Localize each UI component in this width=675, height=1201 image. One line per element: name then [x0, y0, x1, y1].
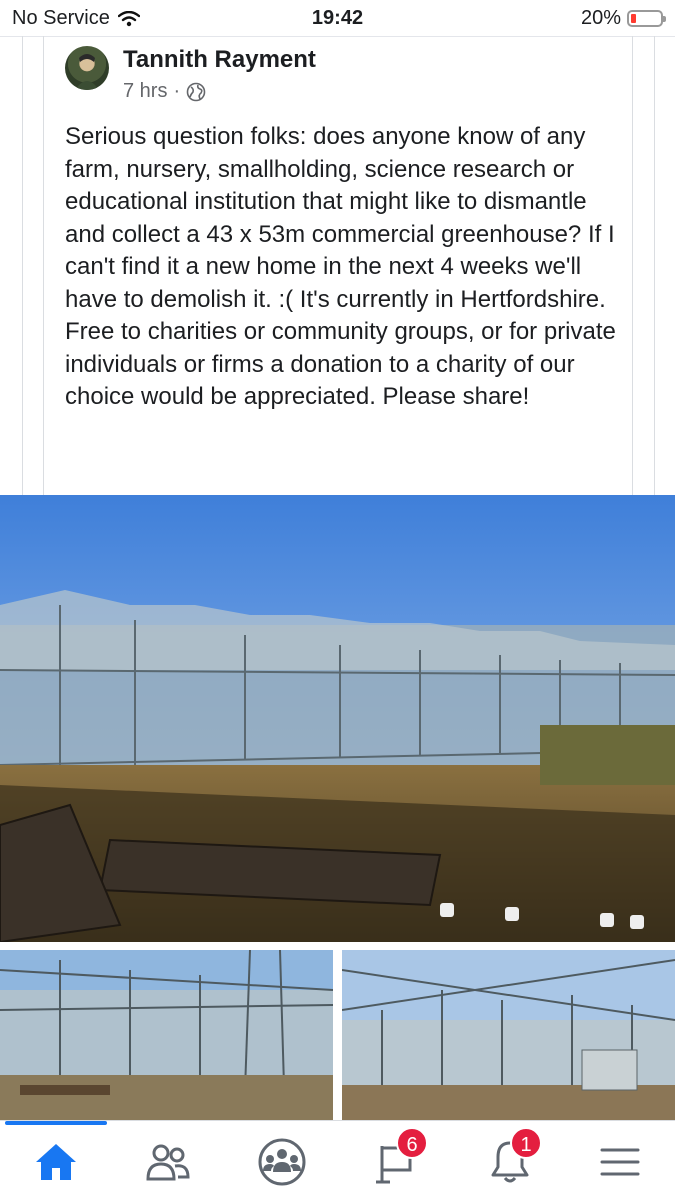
nav-notifications[interactable]: 1	[480, 1127, 542, 1189]
post-text: Serious question folks: does anyone know…	[65, 123, 623, 410]
friends-icon	[146, 1144, 190, 1181]
nav-home[interactable]	[26, 1135, 86, 1189]
notifications-badge: 1	[510, 1127, 542, 1159]
author-name[interactable]: Tannith Rayment	[123, 46, 316, 74]
post-time[interactable]: 7 hrs	[123, 80, 167, 103]
meta-separator: ·	[173, 80, 181, 102]
battery-level	[631, 14, 636, 23]
greenhouse-interior-photo-1[interactable]	[0, 950, 333, 1120]
battery-icon	[627, 10, 666, 27]
nav-friends[interactable]	[138, 1135, 198, 1189]
status-bar: No Service 19:42 20%	[0, 0, 675, 37]
menu-icon	[600, 1148, 640, 1176]
status-right: 20%	[580, 7, 666, 30]
nav-groups[interactable]	[252, 1135, 312, 1189]
post-meta: 7 hrs ·	[123, 80, 206, 103]
nav-pages[interactable]: 6	[366, 1127, 428, 1189]
greenhouse-interior-photo-2[interactable]	[342, 950, 675, 1120]
nav-menu[interactable]	[590, 1135, 650, 1189]
home-icon	[36, 1144, 76, 1180]
groups-icon	[258, 1138, 306, 1186]
greenhouse-exterior-photo[interactable]	[0, 495, 675, 942]
avatar[interactable]	[65, 46, 109, 90]
status-time: 19:42	[311, 7, 364, 29]
active-tab-indicator	[5, 1121, 107, 1125]
bottom-navigation: 6 1	[0, 1120, 675, 1201]
battery-percent: 20%	[580, 7, 621, 29]
pages-badge: 6	[396, 1127, 428, 1159]
globe-icon	[186, 82, 206, 101]
avatar-image	[75, 54, 99, 90]
